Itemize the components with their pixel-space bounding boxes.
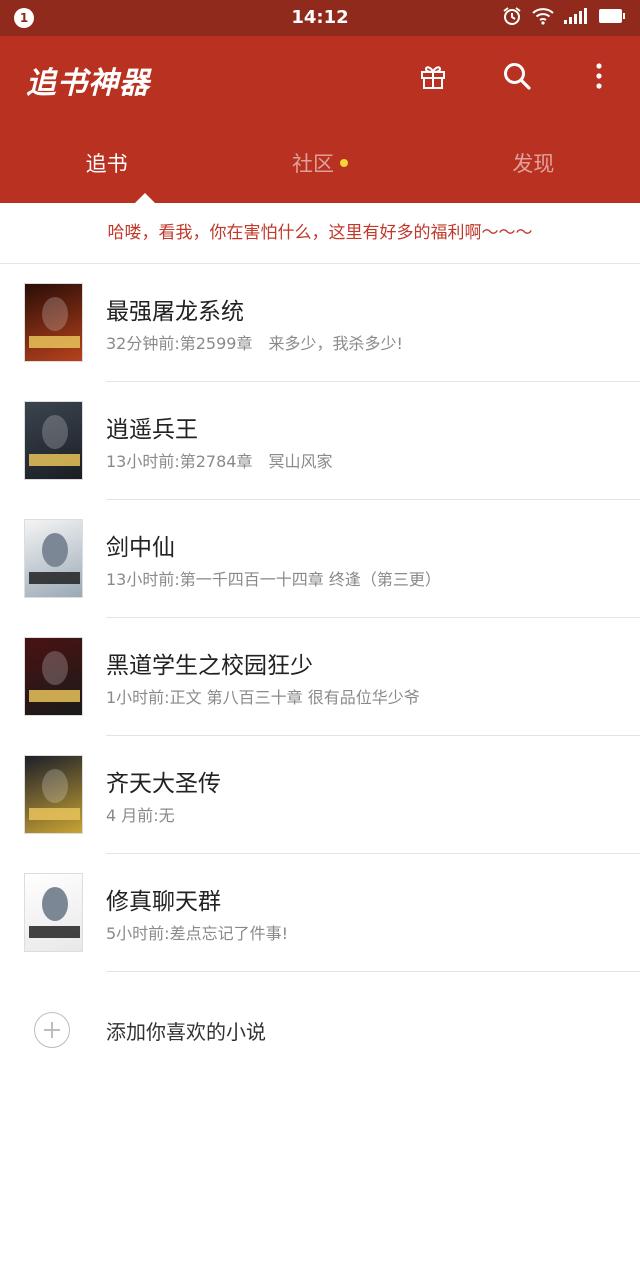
search-icon	[504, 63, 531, 90]
book-update: 32分钟前:第2599章 来多少，我杀多少!	[106, 334, 403, 353]
tab-following[interactable]: 追书	[0, 140, 213, 203]
cover-art-icon	[29, 415, 80, 466]
battery-icon	[598, 8, 626, 28]
book-cover	[24, 401, 83, 480]
wifi-icon	[532, 7, 554, 29]
book-update: 5小时前:差点忘记了件事!	[106, 924, 288, 943]
book-update: 4 月前:无	[106, 806, 175, 825]
book-update: 1小时前:正文 第八百三十章 很有品位华少爷	[106, 688, 420, 707]
tab-community[interactable]: 社区	[213, 140, 426, 203]
book-title: 剑中仙	[106, 535, 175, 561]
gift-icon	[421, 66, 445, 89]
book-update: 13小时前:第2784章 冥山风家	[106, 452, 333, 471]
book-title: 齐天大圣传	[106, 771, 221, 797]
more-vert-icon	[596, 63, 602, 89]
book-title: 逍遥兵王	[106, 417, 198, 443]
cover-art-icon	[29, 297, 80, 348]
system-icons	[502, 7, 626, 29]
book-cover	[24, 637, 83, 716]
search-button[interactable]	[499, 58, 535, 94]
cover-art-icon	[29, 533, 80, 584]
tab-label: 追书	[85, 152, 128, 176]
book-update: 13小时前:第一千四百一十四章 终逢（第三更）	[106, 570, 441, 589]
cover-art-icon	[29, 769, 80, 820]
tab-discover[interactable]: 发现	[427, 140, 640, 203]
book-row[interactable]: 剑中仙 13小时前:第一千四百一十四章 终逢（第三更）	[0, 500, 640, 618]
tab-bar: 追书 社区 发现	[0, 140, 640, 203]
book-list: 最强屠龙系统 32分钟前:第2599章 来多少，我杀多少! 逍遥兵王 13小时前…	[0, 264, 640, 972]
tab-label: 发现	[512, 152, 555, 176]
signal-icon	[564, 8, 588, 28]
status-bar: 1 14:12	[0, 0, 640, 36]
tab-label: 社区	[291, 152, 334, 176]
book-row[interactable]: 齐天大圣传 4 月前:无	[0, 736, 640, 854]
book-row[interactable]: 最强屠龙系统 32分钟前:第2599章 来多少，我杀多少!	[0, 264, 640, 382]
book-title: 最强屠龙系统	[106, 299, 244, 325]
book-title: 修真聊天群	[106, 889, 221, 915]
app-header: 追书神器 追书 社区 发现	[0, 36, 640, 203]
alarm-icon	[502, 6, 522, 30]
book-row[interactable]: 修真聊天群 5小时前:差点忘记了件事!	[0, 854, 640, 972]
book-cover	[24, 873, 83, 952]
book-cover	[24, 519, 83, 598]
book-cover	[24, 283, 83, 362]
add-circle-icon	[34, 1012, 70, 1048]
gift-button[interactable]	[415, 58, 451, 94]
book-row[interactable]: 逍遥兵王 13小时前:第2784章 冥山风家	[0, 382, 640, 500]
book-title: 黑道学生之校园狂少	[106, 653, 313, 679]
app-title: 追书神器	[26, 66, 150, 101]
promo-banner[interactable]: 哈喽，看我，你在害怕什么，这里有好多的福利啊～～～	[0, 203, 640, 264]
more-options-button[interactable]	[581, 58, 617, 94]
add-novel-label: 添加你喜欢的小说	[106, 1020, 266, 1044]
book-row[interactable]: 黑道学生之校园狂少 1小时前:正文 第八百三十章 很有品位华少爷	[0, 618, 640, 736]
cover-art-icon	[29, 887, 80, 938]
book-cover	[24, 755, 83, 834]
active-tab-indicator	[135, 193, 155, 203]
add-novel-row[interactable]: 添加你喜欢的小说	[0, 972, 640, 1088]
cover-art-icon	[29, 651, 80, 702]
new-badge-dot	[339, 159, 348, 167]
